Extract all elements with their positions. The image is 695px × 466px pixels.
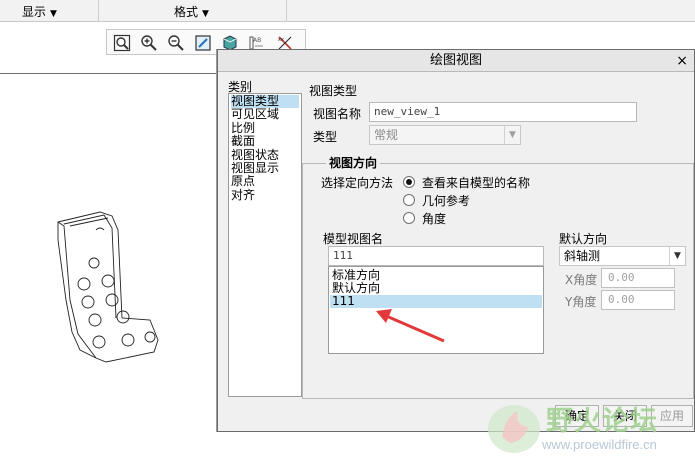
type-value: 常规	[374, 128, 399, 142]
default-orientation-label: 默认方向	[559, 232, 608, 246]
watermark: 野火论坛 www.proewildfire.cn	[484, 395, 695, 461]
chevron-down-icon: ▼	[504, 126, 520, 144]
zoom-out-icon[interactable]	[166, 33, 186, 53]
view-name-field[interactable]: new_view_1	[369, 102, 637, 122]
zoom-fit-icon[interactable]	[112, 33, 132, 53]
radio-geometry-reference[interactable]	[403, 194, 415, 206]
y-angle-label: Y角度	[565, 295, 597, 309]
dialog-title: 绘图视图	[429, 53, 482, 68]
chevron-down-icon: ▼	[669, 247, 685, 265]
default-orientation-dropdown[interactable]: 斜轴测 ▼	[559, 246, 686, 266]
y-angle-field[interactable]: 0.00	[601, 290, 675, 310]
category-item-view-type[interactable]: 视图类型	[231, 94, 299, 109]
category-list[interactable]: 视图类型 可见区域 比例 截面 视图状态 视图显示 原点 对齐	[228, 93, 302, 397]
category-item-section[interactable]: 截面	[231, 134, 299, 148]
category-item-visible-area[interactable]: 可见区域	[231, 107, 299, 121]
watermark-url: www.proewildfire.cn	[542, 437, 657, 452]
menu-divider	[98, 0, 99, 22]
radio-model-view-name[interactable]	[403, 176, 415, 188]
close-icon[interactable]: ×	[676, 50, 688, 72]
annotation-arrow-icon	[376, 309, 445, 343]
category-item-alignment[interactable]: 对齐	[231, 188, 299, 202]
menu-display[interactable]: 显示 ▼	[22, 3, 57, 20]
view-name-label: 视图名称	[313, 107, 362, 121]
type-dropdown[interactable]: 常规 ▼	[369, 125, 521, 145]
model-view-name-label: 模型视图名	[323, 232, 384, 246]
menu-divider	[286, 0, 287, 22]
watermark-title: 野火论坛	[546, 406, 658, 437]
category-item-scale[interactable]: 比例	[231, 121, 299, 135]
category-item-view-display[interactable]: 视图显示	[231, 161, 299, 175]
model-view-name-field[interactable]: 111	[328, 246, 544, 266]
category-item-origin[interactable]: 原点	[231, 174, 299, 188]
svg-text:AB: AB	[253, 37, 261, 44]
radio-model-view-name-label[interactable]: 查看来自模型的名称	[422, 174, 530, 191]
x-angle-label: X角度	[565, 273, 598, 287]
chevron-down-icon: ▼	[50, 9, 57, 19]
model-part-drawing	[57, 211, 159, 363]
zoom-in-icon[interactable]	[139, 33, 159, 53]
orientation-title: 视图方向	[326, 154, 381, 171]
type-label: 类型	[313, 130, 338, 144]
menu-format[interactable]: 格式 ▼	[174, 3, 209, 20]
repaint-icon[interactable]	[193, 33, 213, 53]
default-orientation-value: 斜轴测	[564, 249, 601, 263]
forum-logo-icon	[488, 405, 540, 453]
menu-display-label: 显示	[22, 5, 47, 19]
x-angle-field[interactable]: 0.00	[601, 268, 675, 288]
menu-format-label: 格式	[174, 5, 199, 19]
orientation-method-label: 选择定向方法	[321, 176, 394, 190]
dialog-title-bar[interactable]: 绘图视图 ×	[218, 50, 694, 72]
drawing-view-dialog: 绘图视图 × 类别 视图类型 可见区域 比例 截面 视图状态 视图显示 原点 对…	[217, 49, 695, 432]
section-title: 视图类型	[309, 84, 358, 98]
svg-text:xx: xx	[278, 37, 284, 43]
radio-geometry-reference-label[interactable]: 几何参考	[422, 192, 470, 209]
chevron-down-icon: ▼	[202, 9, 209, 19]
list-item[interactable]: 默认方向	[330, 282, 542, 295]
radio-angle[interactable]	[403, 212, 415, 224]
category-item-view-state[interactable]: 视图状态	[231, 148, 299, 162]
radio-angle-label[interactable]: 角度	[422, 210, 446, 227]
menubar: 显示 ▼ 格式 ▼	[0, 0, 695, 22]
